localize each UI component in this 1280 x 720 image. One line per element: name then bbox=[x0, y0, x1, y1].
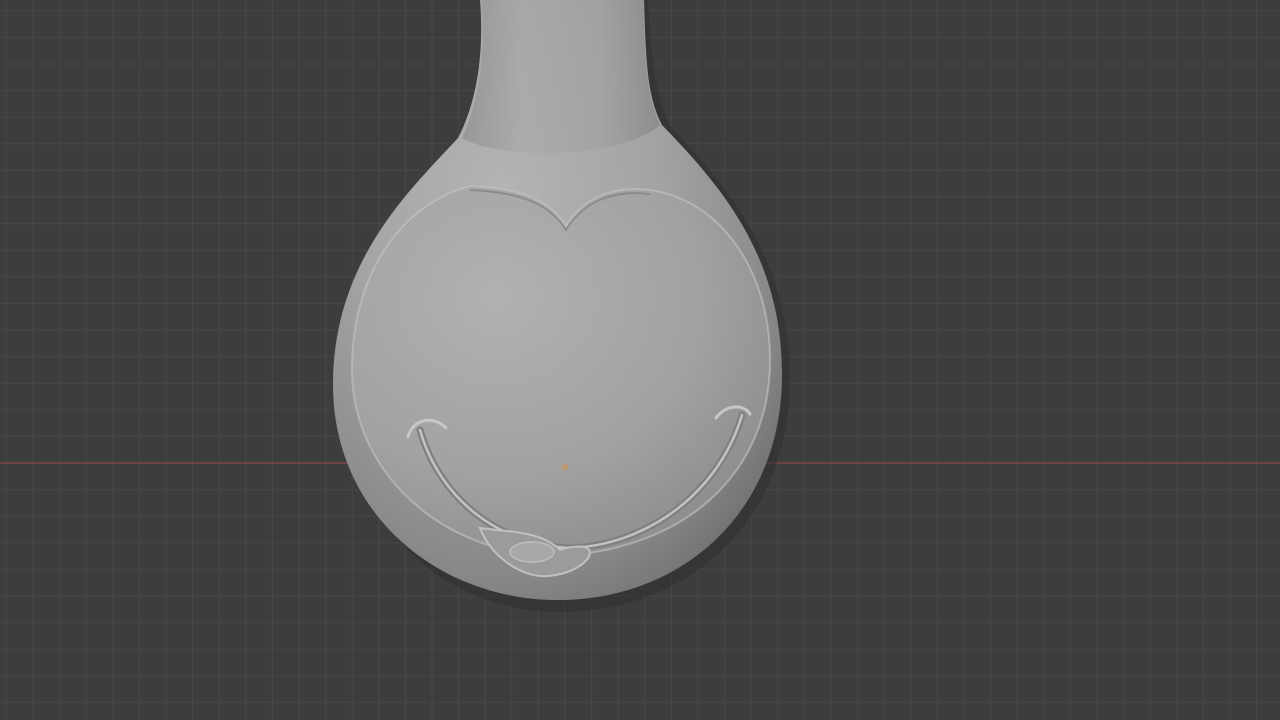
face-plate bbox=[350, 184, 772, 558]
sculpted-model[interactable] bbox=[333, 0, 790, 612]
3d-viewport[interactable] bbox=[0, 0, 1280, 720]
tongue-tip bbox=[509, 541, 555, 563]
neck bbox=[462, 0, 660, 154]
viewport-canvas[interactable] bbox=[0, 0, 1280, 720]
